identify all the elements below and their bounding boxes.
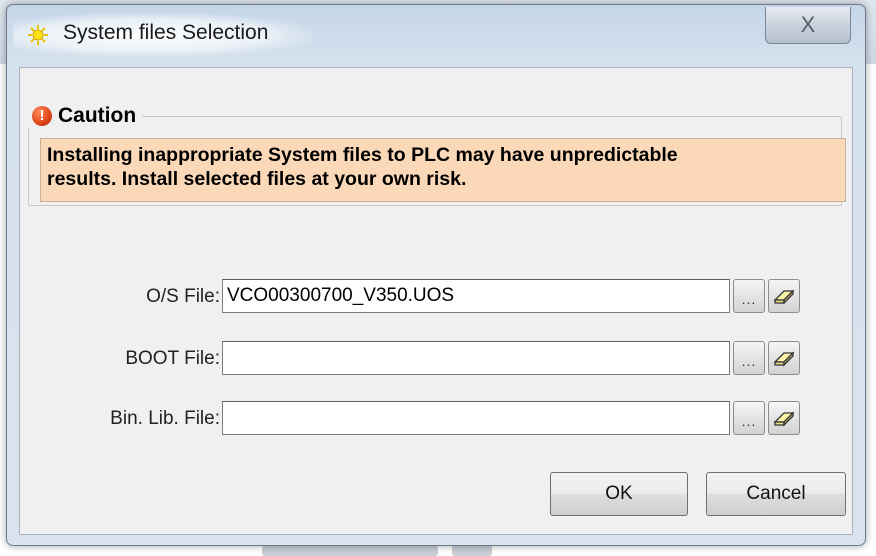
dialog-client-area: ! Caution Installing inappropriate Syste… [19, 67, 853, 535]
bin-lib-file-label: Bin. Lib. File: [110, 408, 220, 429]
bin-lib-file-label-wrap: Bin. Lib. File: [20, 399, 220, 437]
os-file-browse-button[interactable]: ... [733, 279, 765, 313]
boot-file-clear-button[interactable] [768, 341, 800, 375]
dialog-window: System files Selection X ! Caution Insta… [6, 4, 866, 546]
background-blur [452, 545, 492, 556]
eraser-icon [773, 411, 795, 427]
caution-message-line: results. Install selected files at your … [47, 168, 467, 190]
cancel-button[interactable]: Cancel [706, 472, 846, 516]
ellipsis-icon: ... [741, 413, 757, 429]
close-button[interactable]: X [765, 7, 851, 44]
os-file-clear-button[interactable] [768, 279, 800, 313]
os-file-label-wrap: O/S File: [20, 277, 220, 315]
boot-file-label: BOOT File: [125, 348, 220, 369]
background-blur [262, 545, 438, 556]
warning-icon: ! [32, 106, 52, 126]
caution-legend: ! Caution [28, 104, 143, 128]
eraser-icon [773, 289, 795, 305]
os-file-label: O/S File: [146, 286, 220, 307]
ellipsis-icon: ... [741, 291, 757, 307]
background-taskbar [0, 545, 876, 556]
eraser-icon [773, 351, 795, 367]
window-title: System files Selection [63, 21, 269, 44]
close-icon: X [800, 12, 816, 37]
ok-button[interactable]: OK [550, 472, 688, 516]
caution-message: Installing inappropriate System files to… [40, 138, 846, 202]
bin-lib-file-clear-button[interactable] [768, 401, 800, 435]
boot-file-input[interactable] [222, 341, 730, 375]
os-file-input[interactable] [222, 279, 730, 313]
title-bar[interactable]: System files Selection X [7, 5, 865, 61]
bin-lib-file-browse-button[interactable]: ... [733, 401, 765, 435]
caution-legend-label: Caution [58, 104, 137, 127]
boot-file-browse-button[interactable]: ... [733, 341, 765, 375]
sun-icon [28, 25, 48, 45]
ellipsis-icon: ... [741, 353, 757, 369]
boot-file-label-wrap: BOOT File: [20, 339, 220, 377]
caution-message-line: Installing inappropriate System files to… [47, 144, 678, 166]
bin-lib-file-input[interactable] [222, 401, 730, 435]
